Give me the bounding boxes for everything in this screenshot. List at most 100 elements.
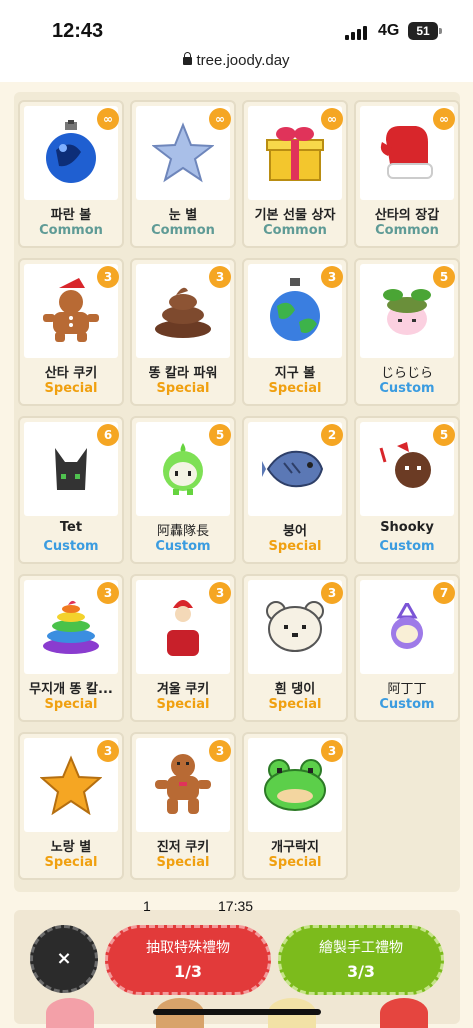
santa-glove-icon: [380, 126, 433, 179]
count-badge: 2: [321, 424, 343, 446]
lock-icon: [183, 52, 193, 65]
shooky-cookie-icon: [379, 442, 431, 488]
gift-name: 겨울 쿠키: [156, 682, 210, 697]
gift-rarity: Common: [375, 223, 439, 238]
gift-card[interactable]: ∞ 기본 선물 상자 Common: [242, 100, 348, 248]
green-sprite-icon: [163, 443, 203, 495]
count-badge: 3: [97, 582, 119, 604]
close-button[interactable]: ×: [30, 925, 98, 993]
network-label: 4G: [378, 22, 400, 39]
gift-name: 阿轟隊長: [156, 524, 209, 539]
white-dog-icon: [266, 601, 324, 652]
santa-cookie-icon: [43, 278, 99, 342]
gift-card[interactable]: 5 Shooky Custom: [354, 416, 460, 564]
status-bar: 12:43 4G 51 tree.joody.day: [0, 0, 473, 82]
gift-rarity: Special: [156, 855, 210, 870]
gift-card[interactable]: 5 阿轟隊長 Custom: [130, 416, 236, 564]
gift-rarity: Common: [151, 223, 215, 238]
gift-rarity: Custom: [379, 697, 435, 712]
blue-ornament-icon: [46, 120, 96, 183]
gift-name: 눈 별: [168, 208, 198, 223]
count-badge: ∞: [433, 108, 455, 130]
address-bar[interactable]: tree.joody.day: [0, 52, 473, 69]
draw-label: 抽取特殊禮物: [146, 940, 230, 956]
battery-icon: 51: [408, 22, 442, 40]
count-badge: 3: [209, 582, 231, 604]
count-badge: ∞: [209, 108, 231, 130]
count-badge: 3: [321, 582, 343, 604]
clock: 12:43: [52, 20, 104, 42]
gift-card[interactable]: 5 じらじら Custom: [354, 258, 460, 406]
gift-card[interactable]: 3 노랑 별 Special: [18, 732, 124, 880]
craft-gift-button[interactable]: 繪製手工禮物 3/3: [278, 925, 444, 995]
gift-rarity: Custom: [379, 381, 435, 396]
gift-name: 진저 쿠키: [156, 840, 210, 855]
gift-rarity: Special: [268, 855, 322, 870]
gift-rarity: Common: [39, 223, 103, 238]
gift-name: 지구 볼: [274, 366, 316, 381]
count-badge: 6: [97, 424, 119, 446]
gift-card[interactable]: 2 붕어 Special: [242, 416, 348, 564]
count-badge: 5: [433, 266, 455, 288]
home-indicator[interactable]: [153, 1009, 321, 1015]
gift-card[interactable]: 3 산타 쿠키 Special: [18, 258, 124, 406]
gift-name: 기본 선물 상자: [254, 208, 336, 223]
count-badge: ∞: [321, 108, 343, 130]
gift-name: 파란 볼: [50, 208, 92, 223]
gift-card[interactable]: 6 Tet Custom: [18, 416, 124, 564]
count-badge: 7: [433, 582, 455, 604]
gift-name: 산타의 장갑: [374, 208, 440, 223]
gift-name: 흰 댕이: [274, 682, 316, 697]
gift-name: Shooky: [380, 520, 434, 535]
gift-rarity: Special: [268, 381, 322, 396]
gift-card[interactable]: 3 똥 칼라 파워 Special: [130, 258, 236, 406]
count-badge: 3: [97, 266, 119, 288]
url-text: tree.joody.day: [196, 52, 290, 69]
rainbow-poop-icon: [43, 600, 99, 654]
sprout-character-icon: [383, 289, 431, 335]
time-text: 17:35: [218, 898, 254, 914]
count-badge: 5: [433, 424, 455, 446]
gift-rarity: Custom: [155, 539, 211, 554]
gift-name: 阿丁丁: [387, 682, 427, 697]
gift-card[interactable]: ∞ 눈 별 Common: [130, 100, 236, 248]
draw-count: 1/3: [173, 962, 203, 981]
winter-cookie-icon: [167, 600, 199, 656]
gift-name: Tet: [59, 520, 83, 535]
draw-special-gift-button[interactable]: 抽取特殊禮物 1/3: [105, 925, 271, 995]
gift-name: 산타 쿠키: [44, 366, 98, 381]
gift-card[interactable]: 3 흰 댕이 Special: [242, 574, 348, 722]
count-badge: 3: [321, 740, 343, 762]
gift-box-icon: [266, 127, 324, 181]
gift-card[interactable]: 3 무지개 똥 칼... Special: [18, 574, 124, 722]
gift-rarity: Special: [44, 697, 98, 712]
craft-label: 繪製手工禮物: [319, 940, 403, 956]
count-badge: 3: [209, 266, 231, 288]
frog-icon: [264, 759, 326, 811]
gift-card[interactable]: 3 진저 쿠키 Special: [130, 732, 236, 880]
gift-name: 개구락지: [271, 840, 319, 855]
count-badge: 3: [209, 740, 231, 762]
counter-text: 1: [143, 898, 151, 914]
gift-card[interactable]: ∞ 파란 볼 Common: [18, 100, 124, 248]
signal-icon: [345, 25, 371, 40]
craft-count: 3/3: [346, 962, 376, 981]
gift-rarity: Special: [156, 697, 210, 712]
gift-card[interactable]: ∞ 산타의 장갑 Common: [354, 100, 460, 248]
snow-star-icon: [152, 122, 214, 183]
gift-rarity: Special: [268, 697, 322, 712]
gift-rarity: Special: [44, 855, 98, 870]
gift-card[interactable]: 3 지구 볼 Special: [242, 258, 348, 406]
ginger-cookie-icon: [155, 754, 211, 814]
gift-rarity: Custom: [43, 539, 99, 554]
gift-name: じらじら: [380, 366, 433, 381]
yellow-star-icon: [40, 755, 102, 815]
gift-rarity: Common: [263, 223, 327, 238]
gift-name: 똥 칼라 파워: [148, 366, 218, 381]
gift-card[interactable]: 3 개구락지 Special: [242, 732, 348, 880]
gift-card[interactable]: 3 겨울 쿠키 Special: [130, 574, 236, 722]
purple-teletubby-icon: [391, 603, 423, 649]
count-badge: 3: [321, 266, 343, 288]
gift-rarity: Custom: [379, 539, 435, 554]
gift-card[interactable]: 7 阿丁丁 Custom: [354, 574, 460, 722]
